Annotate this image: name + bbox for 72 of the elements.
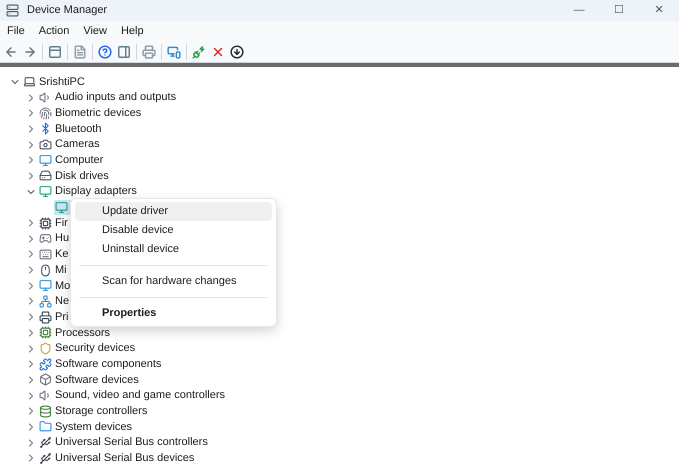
network-icon [39,294,52,308]
gamepad-icon [39,232,52,246]
folder-icon [39,420,52,434]
computer-icon [23,75,36,88]
storage-icon [39,404,52,418]
menu-bar-item[interactable]: File [7,22,25,40]
tree-item[interactable]: Ke [38,246,72,262]
tree-item[interactable]: Sound, video and game controllers [38,388,229,404]
window-icon[interactable] [117,44,131,58]
menu-item[interactable]: Scan for hardware changes [75,272,272,291]
forward-arrow-icon[interactable] [23,44,37,58]
window-icon[interactable] [48,44,62,58]
printer-icon[interactable] [142,44,156,58]
maximize-button[interactable]: ☐ [599,0,639,21]
monitor-icon [55,200,68,214]
document-icon[interactable] [73,44,87,58]
tree-item[interactable]: Cameras [38,136,104,152]
camera-icon [39,138,52,152]
fingerprint-icon [39,106,52,120]
drive-icon [39,169,52,182]
tree-item[interactable]: Security devices [38,340,140,356]
keyboard-icon [39,248,52,261]
tree-item[interactable]: Biometric devices [38,105,146,122]
tree-item[interactable]: Ne [38,294,74,310]
chip-icon [39,216,52,230]
tree-item[interactable]: SrishtiPC [22,74,89,90]
close-button[interactable]: ✕ [639,0,679,21]
puzzle-icon [39,358,52,371]
tree-item[interactable]: Software devices [38,372,143,388]
monitor-icon [39,154,52,167]
printer-icon [39,310,52,324]
bluetooth-icon [39,122,52,136]
monitor-icon[interactable] [167,44,181,58]
menu-item[interactable]: Properties [75,304,272,323]
tree-item[interactable]: Audio inputs and outputs [38,90,180,106]
help-icon[interactable] [98,44,112,58]
tree-item[interactable]: Disk drives [38,168,113,184]
menu-item[interactable]: Uninstall device [75,240,272,259]
tree-item[interactable]: Hu [38,230,74,247]
tree-item[interactable]: Fir [38,215,72,231]
usb-icon [39,436,52,450]
speaker-icon [39,389,52,402]
shield-icon [39,342,52,356]
tree-item[interactable]: Universal Serial Bus devices [38,450,198,466]
tree-item[interactable]: Software components [38,356,166,372]
tree-item[interactable]: Storage controllers [38,403,152,420]
menu-item[interactable]: Update driver [75,202,272,221]
monitor-icon [39,279,52,292]
tree-item[interactable]: Display adapters [38,184,141,200]
tree-item[interactable]: Mo [38,278,74,294]
chip-icon [39,326,52,340]
tree-item[interactable]: Universal Serial Bus controllers [38,434,212,450]
speaker-icon [39,91,52,104]
tree-item[interactable]: Bluetooth [38,121,106,137]
tree-item[interactable]: Pri [38,309,72,325]
tree-item[interactable]: Computer [38,152,108,168]
tree-item[interactable]: Mi [38,262,71,278]
download-icon[interactable] [230,44,244,58]
usb-icon [39,452,52,465]
menu-bar-item[interactable]: View [83,22,107,40]
plug-icon[interactable] [192,44,206,58]
tree-item[interactable]: Processors [38,325,114,341]
tree-item[interactable]: System devices [38,419,136,435]
device-icon [39,373,52,386]
mouse-icon [39,264,52,277]
minimize-button[interactable]: — [559,0,599,21]
app-icon [6,4,19,17]
window-title: Device Manager [27,3,108,18]
menu-item[interactable]: Disable device [75,221,272,240]
monitor-icon [39,185,52,198]
menu-bar-item[interactable]: Action [38,22,70,40]
menu-bar-item[interactable]: Help [120,22,144,40]
